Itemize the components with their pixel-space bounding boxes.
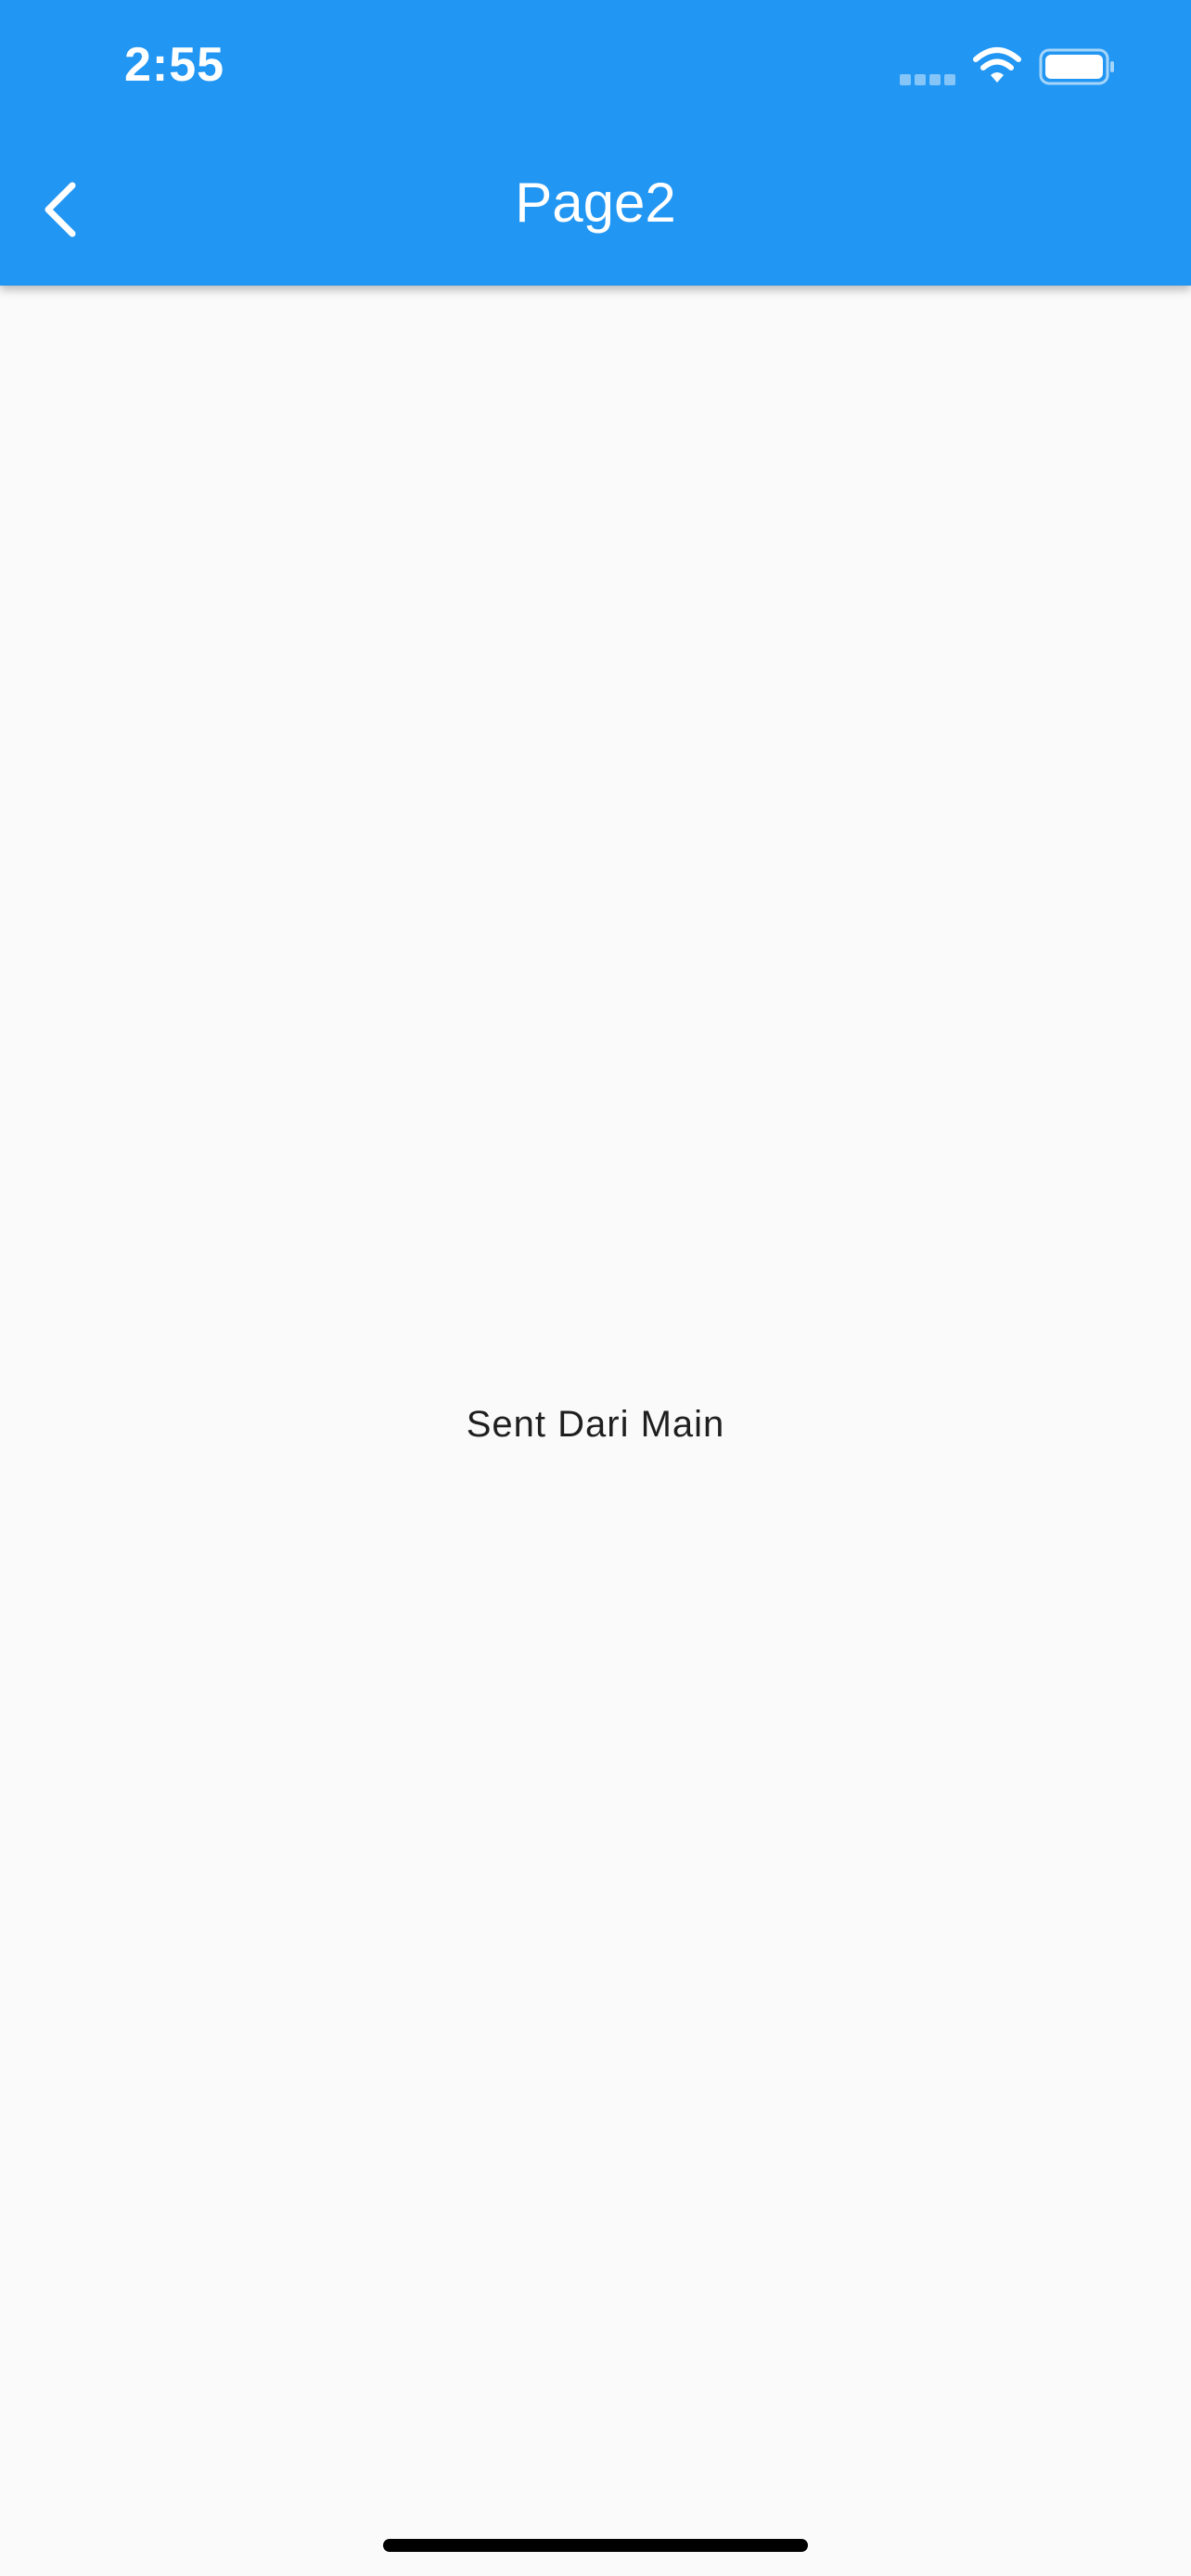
body-message: Sent Dari Main (466, 1404, 725, 1445)
page-title: Page2 (515, 172, 676, 234)
screen: 2:55 Page2 Sent Dari Main (0, 0, 1191, 2576)
battery-icon (1039, 48, 1114, 85)
wifi-icon (973, 47, 1021, 83)
cellular-signal-icon (900, 74, 957, 85)
status-time: 2:55 (124, 38, 225, 92)
app-bar: 2:55 Page2 (0, 0, 1191, 286)
home-indicator[interactable] (383, 2539, 808, 2552)
